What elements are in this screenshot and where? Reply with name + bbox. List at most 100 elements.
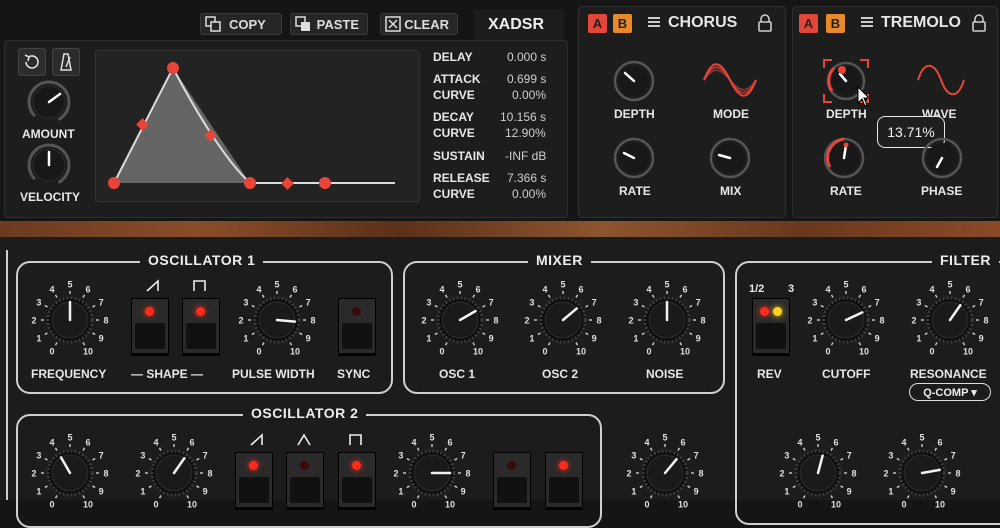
chorus-depth-knob[interactable] [613,60,655,102]
mixer-noise-knob[interactable]: 01234 5 67 8 9 10 [622,275,712,365]
scale-number: 6 [189,437,194,447]
scale-number: 8 [955,469,960,479]
mixer-osc2-knob[interactable]: 01234 5 67 8 9 10 [518,275,608,365]
osc2-knob-2[interactable]: 01234 5 67 8 9 10 [129,428,219,518]
tremolo-wave-icon[interactable] [916,63,966,97]
retrigger-button[interactable] [18,48,46,76]
param-sustain-value[interactable]: -INF dB [505,149,546,163]
scale-tick [802,495,806,499]
scale-tick [802,447,806,451]
clear-button[interactable]: CLEAR [380,13,458,35]
scale-tick [924,304,928,308]
filter-cutoff-knob[interactable]: 01234 5 67 8 9 10 [801,275,891,365]
scale-tick [82,495,86,499]
scale-tick [792,457,796,461]
chorus-mode-icon[interactable] [702,63,758,97]
scale-number: 4 [646,284,651,294]
scale-tick [482,304,486,308]
scale-number: 8 [465,469,470,479]
scale-number: 9 [951,487,956,497]
amount-knob[interactable] [27,80,71,124]
scale-number: 7 [847,451,852,461]
rev-option-three: 3 [788,283,795,295]
amount-label: AMOUNT [22,127,75,141]
tremolo-b-button[interactable]: B [826,14,845,33]
param-decay-curve-value[interactable]: 12.90% [505,126,546,140]
velocity-knob[interactable] [27,143,71,187]
scale-number: 7 [203,451,208,461]
tremolo-menu-icon[interactable] [861,17,873,28]
tremolo-rate-label: RATE [830,184,862,198]
osc2-knob-3[interactable]: 01234 5 67 8 9 10 [387,428,477,518]
chorus-mix-knob[interactable] [709,137,751,179]
scale-tick [148,485,152,489]
chorus-depth-label: DEPTH [614,107,655,121]
param-delay-value[interactable]: 0.000 s [507,50,546,64]
param-release-value[interactable]: 7.366 s [507,171,546,185]
scale-number: 2 [31,316,36,326]
scale-number: 0 [646,347,651,357]
scale-tick [186,495,190,499]
scale-tick [482,332,486,336]
param-decay-value[interactable]: 10.156 s [500,110,546,124]
chorus-a-button[interactable]: A [588,14,607,33]
left-rail [6,250,8,500]
scale-tick [82,342,86,346]
scale-number: 3 [36,451,41,461]
scale-tick [679,342,683,346]
scale-tick [289,342,293,346]
tremolo-lock-icon[interactable] [972,14,986,32]
param-decay-curve-name: CURVE [433,126,475,140]
osc2-knob-1[interactable]: 01234 5 67 8 9 10 [25,428,115,518]
chorus-rate-label: RATE [619,184,651,198]
scale-number: 8 [698,469,703,479]
scale-number: 7 [99,298,104,308]
param-attack-curve-value[interactable]: 0.00% [512,88,546,102]
paste-button[interactable]: PASTE [290,13,368,35]
scale-tick [251,304,255,308]
frequency-knob[interactable]: 01234 5 67 8 9 10 [25,275,115,365]
qcomp-dropdown[interactable]: Q-COMP ▾ [909,383,991,401]
pulse-width-knob[interactable]: 01234 5 67 8 9 10 [232,275,322,365]
tremolo-phase-knob[interactable] [921,137,963,179]
scale-number: 5 [560,280,565,290]
copy-icon [205,16,221,32]
param-release-curve-value[interactable]: 0.00% [512,187,546,201]
scale-tick [906,495,910,499]
scale-number: 2 [883,469,888,479]
osc1-saw-switch[interactable] [131,298,169,354]
env-point-sustain [244,177,256,189]
scale-number: 8 [596,316,601,326]
scale-number: 7 [489,298,494,308]
scale-number: 8 [103,316,108,326]
scale-number: 6 [833,437,838,447]
mixer-osc1-knob[interactable]: 01234 5 67 8 9 10 [415,275,505,365]
scale-number: 8 [310,316,315,326]
scale-number: 6 [85,284,90,294]
osc1-sync-switch[interactable] [338,298,376,354]
tremolo-rate-knob[interactable] [823,137,865,179]
chorus-rate-knob[interactable] [613,137,655,179]
chorus-b-button[interactable]: B [613,14,632,33]
osc2-knob-4[interactable]: 01234 5 67 8 9 10 [620,428,710,518]
filter-knob-4[interactable]: 01234 5 67 8 9 10 [877,428,967,518]
filter-knob-3[interactable]: 01234 5 67 8 9 10 [773,428,863,518]
osc1-pulse-switch[interactable] [182,298,220,354]
scale-tick [687,485,691,489]
scale-number: 6 [965,284,970,294]
copy-button[interactable]: COPY [200,13,282,35]
chorus-menu-icon[interactable] [648,17,660,28]
param-attack-value[interactable]: 0.699 s [507,72,546,86]
scale-tick [934,495,938,499]
scale-number: 2 [524,316,529,326]
tremolo-a-button[interactable]: A [799,14,818,33]
switch-cap [186,323,216,349]
scale-tick [934,342,938,346]
scale-number: 1 [784,487,789,497]
scale-number: 9 [875,334,880,344]
metronome-button[interactable] [52,48,80,76]
scale-number: 3 [812,298,817,308]
chorus-lock-icon[interactable] [758,14,772,32]
filter-resonance-knob[interactable]: 01234 5 67 8 9 10 [905,275,995,365]
filter-rev-switch[interactable] [752,298,790,354]
